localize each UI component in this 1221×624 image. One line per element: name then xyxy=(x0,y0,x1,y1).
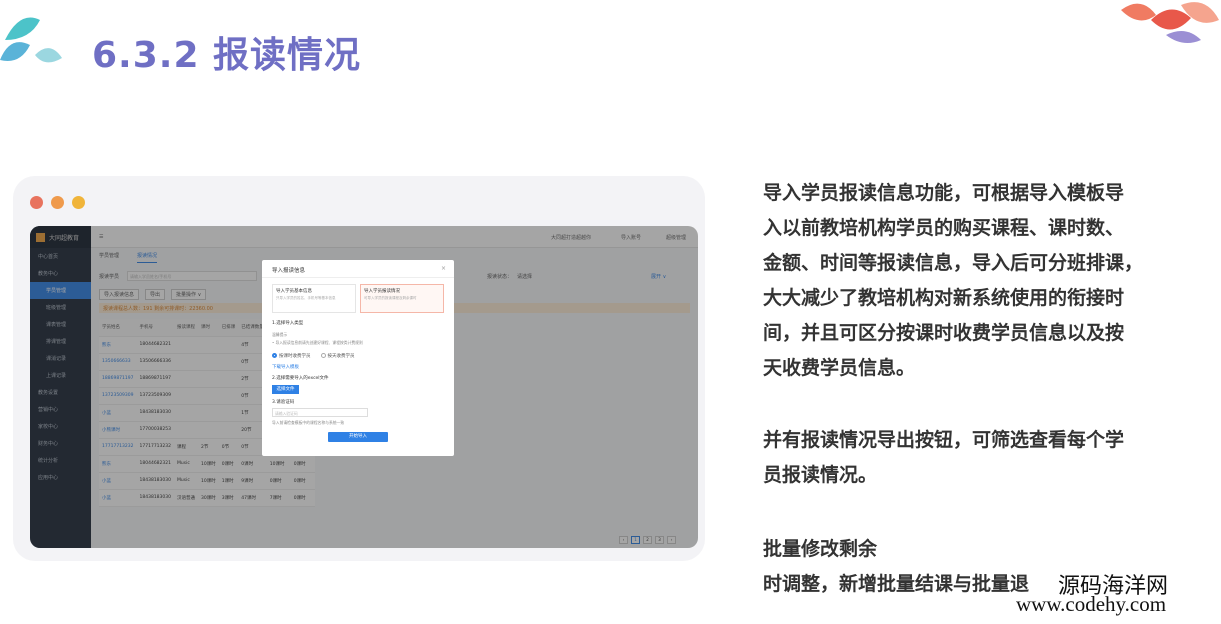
decorative-leaves-top-left xyxy=(0,17,62,63)
option-enrollment-desc: 可导入学员的报读课程及剩余课时 xyxy=(364,296,417,300)
desc-line: 天收费学员信息。 xyxy=(763,357,916,379)
option-basic-title: 导入学员基本信息 xyxy=(276,289,312,294)
step1-label: 1.选择导入类型 xyxy=(272,321,304,326)
step3-label: 3.请验证码 xyxy=(272,400,295,405)
desc-line: 批量修改剩余 xyxy=(763,538,878,560)
radio-checked-icon xyxy=(272,353,277,358)
charge-type-radios: 按课时收费学员 按天收费学员 xyxy=(272,353,355,359)
dialog-hint: 导入前请检查模板中的课程名称与系统一致 xyxy=(272,420,345,425)
app-screenshot: 大同超教育 中心首页 教务中心 学员管理 班级管理 课表管理 排课管理 课消记录… xyxy=(30,226,698,548)
radio-unchecked-icon xyxy=(320,353,326,358)
description-paragraph-1: 导入学员报读信息功能，可根据导入模板导 入以前教培机构学员的购买课程、课时数、 … xyxy=(763,176,1183,386)
desc-line: 入以前教培机构学员的购买课程、课时数、 xyxy=(763,217,1125,239)
mock-window: 大同超教育 中心首页 教务中心 学员管理 班级管理 课表管理 排课管理 课消记录… xyxy=(13,176,705,561)
desc-line: 员报读情况。 xyxy=(763,464,878,486)
radio-by-day-label: 按天收费学员 xyxy=(327,354,355,359)
dialog-divider xyxy=(262,277,454,278)
window-controls xyxy=(30,196,85,209)
option-basic-desc: 只导入学员的姓名、手机号等基本信息 xyxy=(276,296,336,300)
close-dot-icon xyxy=(30,196,43,209)
maximize-dot-icon xyxy=(72,196,85,209)
decorative-leaves-top-right xyxy=(1121,2,1219,44)
note-text: • 导入报读信息前请先创建好课程、课程按类计费规则 xyxy=(272,340,363,345)
option-enrollment-info[interactable]: 导入学员报读情况 可导入学员的报读课程及剩余课时 xyxy=(360,284,444,313)
desc-line: 间，并且可区分按课时收费学员信息以及按 xyxy=(763,322,1125,344)
import-dialog: 导入报读信息 × 导入学员基本信息 只导入学员的姓名、手机号等基本信息 导入学员… xyxy=(262,260,454,456)
radio-by-day[interactable]: 按天收费学员 xyxy=(320,353,355,359)
select-file-button[interactable]: 选择文件 xyxy=(272,385,299,394)
verify-code-input[interactable]: 请输入验证码 xyxy=(272,408,368,417)
description-paragraph-2: 并有报读情况导出按钮，可筛选查看每个学 员报读情况。 xyxy=(763,423,1183,493)
desc-line: 金额、时间等报读信息，导入后可分班排课， xyxy=(763,252,1144,274)
note-title: 温馨提示 xyxy=(272,332,288,337)
close-icon[interactable]: × xyxy=(441,265,446,272)
slide-title: 6.3.2 报读情况 xyxy=(92,35,362,76)
download-template-link[interactable]: 下载导入模板 xyxy=(272,364,299,370)
radio-by-lesson[interactable]: 按课时收费学员 xyxy=(272,353,311,359)
minimize-dot-icon xyxy=(51,196,64,209)
desc-line: 并有报读情况导出按钮，可筛选查看每个学 xyxy=(763,429,1125,451)
start-import-button[interactable]: 开始导入 xyxy=(328,432,388,442)
dialog-title: 导入报读信息 xyxy=(272,268,306,274)
option-basic-info[interactable]: 导入学员基本信息 只导入学员的姓名、手机号等基本信息 xyxy=(272,284,356,313)
desc-line: 大大减少了教培机构对新系统使用的衔接时 xyxy=(763,287,1125,309)
option-enrollment-title: 导入学员报读情况 xyxy=(364,289,400,294)
watermark-url: www.codehy.com xyxy=(1016,592,1167,616)
radio-by-lesson-label: 按课时收费学员 xyxy=(279,354,311,359)
desc-line: 导入学员报读信息功能，可根据导入模板导 xyxy=(763,182,1125,204)
step2-label: 2.选择需要导入的excel文件 xyxy=(272,376,329,381)
